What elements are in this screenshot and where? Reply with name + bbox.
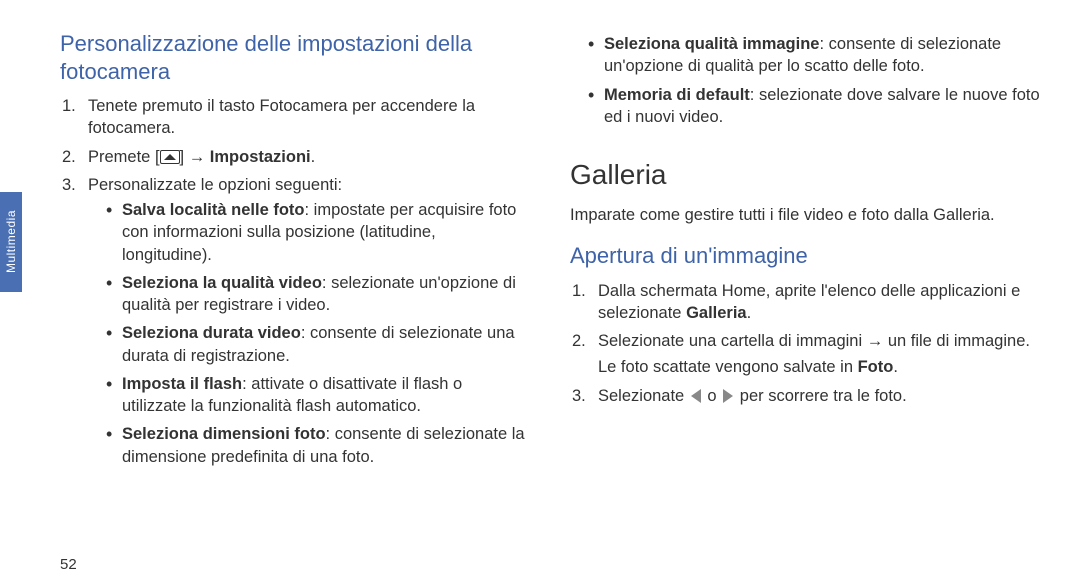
- step-2: 2. Selezionate una cartella di immagini …: [570, 330, 1040, 379]
- option-label: Salva località nelle foto: [122, 201, 304, 219]
- open-image-steps: 1. Dalla schermata Home, aprite l'elenco…: [570, 280, 1040, 407]
- step-text-pre: Selezionate: [598, 387, 689, 405]
- step-text-end: .: [311, 148, 316, 166]
- option-video-quality: Seleziona la qualità video: selezionate …: [106, 272, 530, 317]
- option-image-quality: Seleziona qualità immagine: consente di …: [588, 33, 1040, 78]
- step-1: 1. Tenete premuto il tasto Fotocamera pe…: [60, 95, 530, 140]
- gallery-intro: Imparate come gestire tutti i file video…: [570, 204, 1040, 226]
- note-bold: Foto: [858, 358, 894, 376]
- step-text: Selezionate una cartella di immagini → u…: [598, 332, 1030, 350]
- arrow-left-icon: [691, 389, 701, 403]
- step-text-post: per scorrere tra le foto.: [735, 387, 907, 405]
- step-2: 2. Premete [ ] → Impostazioni.: [60, 146, 530, 168]
- step-3: 3. Selezionate o per scorrere tra le fot…: [570, 385, 1040, 407]
- option-label: Memoria di default: [604, 86, 750, 104]
- options-list: Salva località nelle foto: impostate per…: [88, 199, 530, 468]
- option-label: Seleziona qualità immagine: [604, 35, 819, 53]
- step-3: 3. Personalizzate le opzioni seguenti: S…: [60, 174, 530, 468]
- side-tab-label: Multimedia: [4, 210, 18, 273]
- step-text-pre: Premete [: [88, 148, 160, 166]
- step-number: 2.: [572, 330, 586, 352]
- step-text: Tenete premuto il tasto Fotocamera per a…: [88, 97, 475, 137]
- heading-open-image: Apertura di un'immagine: [570, 242, 1040, 270]
- options-list-continued: Seleziona qualità immagine: consente di …: [570, 33, 1040, 128]
- option-flash: Imposta il flash: attivate o disattivate…: [106, 373, 530, 418]
- option-save-location: Salva località nelle foto: impostate per…: [106, 199, 530, 266]
- note-end: .: [893, 358, 898, 376]
- step-number: 1.: [572, 280, 586, 302]
- step-text: Personalizzate le opzioni seguenti:: [88, 176, 342, 194]
- camera-steps: 1. Tenete premuto il tasto Fotocamera pe…: [60, 95, 530, 468]
- note-pre: Le foto scattate vengono salvate in: [598, 358, 858, 376]
- arrow-right-icon: [723, 389, 733, 403]
- step-number: 2.: [62, 146, 76, 168]
- step-text-post: ] →: [180, 148, 210, 166]
- step-number: 1.: [62, 95, 76, 117]
- column-right: Seleziona qualità immagine: consente di …: [570, 30, 1040, 570]
- page-number: 52: [60, 556, 77, 573]
- step-bold: Impostazioni: [210, 148, 311, 166]
- step-text-pre: Dalla schermata Home, aprite l'elenco de…: [598, 282, 1020, 322]
- step-text-end: .: [747, 304, 752, 322]
- step-number: 3.: [62, 174, 76, 196]
- home-key-icon: [160, 150, 180, 164]
- option-label: Seleziona la qualità video: [122, 274, 322, 292]
- page-content: Personalizzazione delle impostazioni del…: [60, 30, 1060, 570]
- option-default-storage: Memoria di default: selezionate dove sal…: [588, 84, 1040, 129]
- option-label: Seleziona dimensioni foto: [122, 425, 326, 443]
- step-1: 1. Dalla schermata Home, aprite l'elenco…: [570, 280, 1040, 325]
- option-video-duration: Seleziona durata video: consente di sele…: [106, 322, 530, 367]
- heading-gallery: Galleria: [570, 156, 1040, 194]
- option-photo-size: Seleziona dimensioni foto: consente di s…: [106, 423, 530, 468]
- step-text-mid: o: [703, 387, 721, 405]
- side-tab: Multimedia: [0, 192, 22, 292]
- heading-camera-settings: Personalizzazione delle impostazioni del…: [60, 30, 530, 85]
- step-number: 3.: [572, 385, 586, 407]
- option-label: Imposta il flash: [122, 375, 242, 393]
- option-label: Seleziona durata video: [122, 324, 301, 342]
- step-2-note: Le foto scattate vengono salvate in Foto…: [598, 356, 1040, 378]
- column-left: Personalizzazione delle impostazioni del…: [60, 30, 530, 570]
- step-bold: Galleria: [686, 304, 747, 322]
